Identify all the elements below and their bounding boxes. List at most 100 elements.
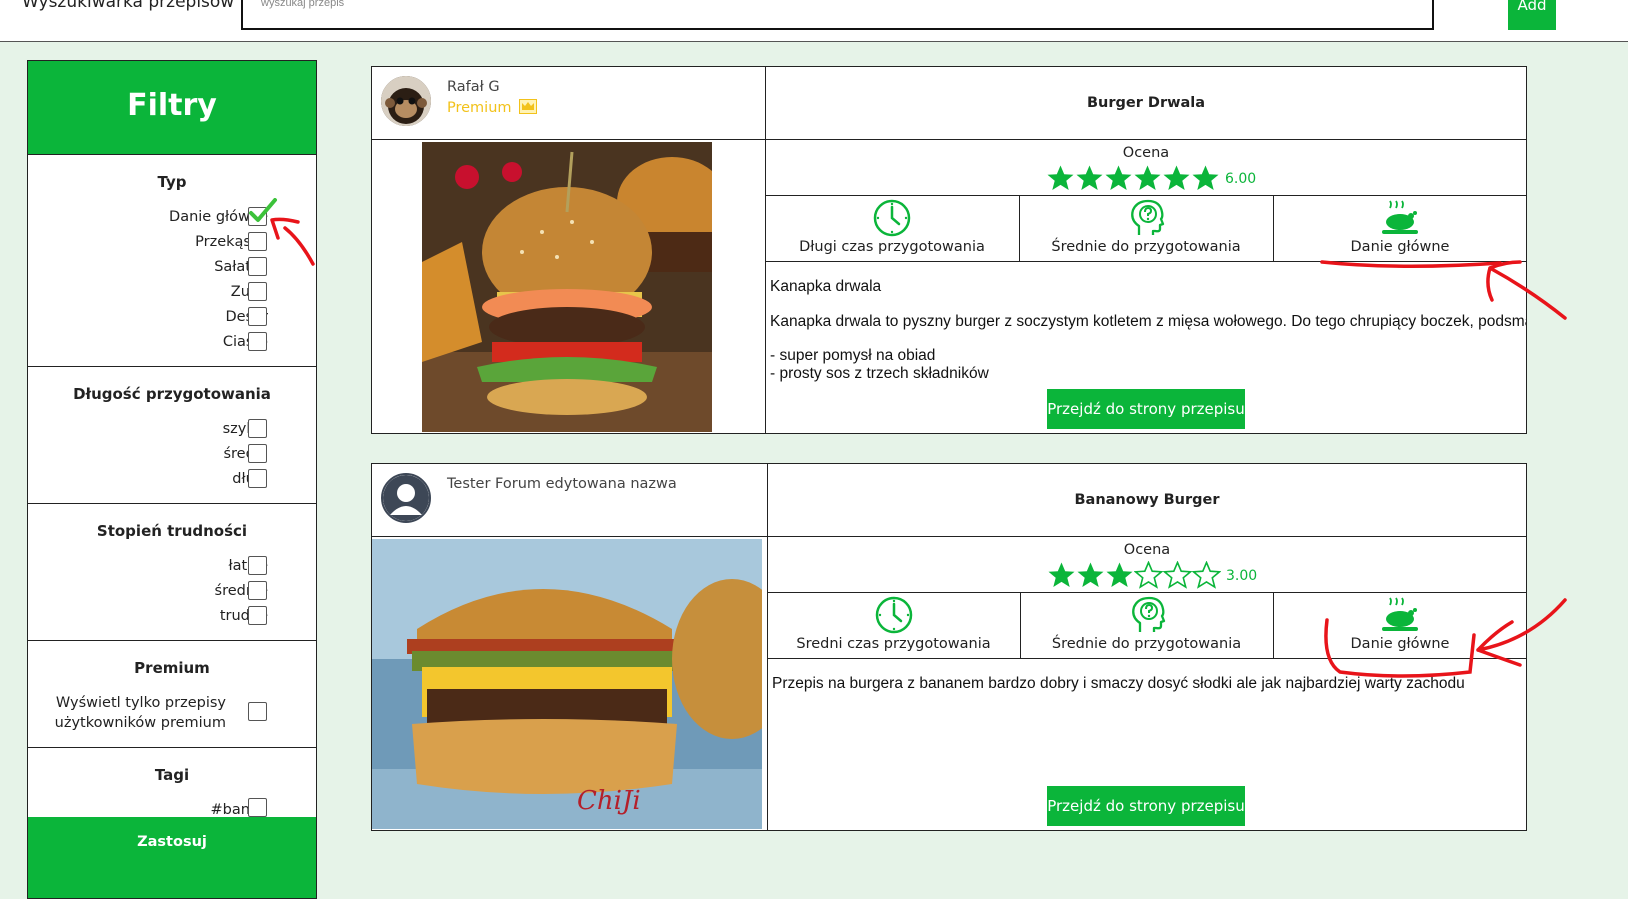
recipe-card: Rafał G Premium Burger Drwala Ocena 6.00… (371, 66, 1527, 434)
recipe-image-burger[interactable] (422, 142, 712, 432)
recipe-bullet: - super pomysł na obiad (770, 347, 936, 364)
filters-title: Filtry (28, 61, 316, 155)
time-label: Długi czas przygotowania (799, 239, 985, 255)
default-avatar[interactable] (381, 473, 431, 523)
rating-stars: 6.00 (1046, 164, 1256, 192)
checkbox-latwe[interactable] (248, 556, 267, 575)
star-filled-icon (1047, 165, 1074, 190)
recipe-image-burger[interactable]: ChiJi (372, 539, 762, 829)
filters-sidebar: Filtry Typ Danie główne Przekąska Sałatk… (27, 60, 317, 899)
star-empty-icon (1134, 561, 1163, 589)
time-cell: Długi czas przygotowania (765, 195, 1020, 262)
type-cell: Danie główne (1273, 195, 1527, 262)
search-box[interactable] (241, 0, 1434, 30)
filter-section-title: Premium (134, 659, 210, 677)
checkbox-szybki[interactable] (248, 419, 267, 438)
filter-section-tags: Tagi #banan (28, 748, 316, 828)
time-cell: Sredni czas przygotowania (767, 592, 1021, 659)
image-cell (372, 139, 766, 434)
user-icon (383, 475, 429, 521)
rating-stars: 3.00 (1047, 561, 1257, 589)
roast-chicken-icon (1382, 597, 1418, 631)
clock-icon (875, 596, 912, 634)
star-filled-icon (1192, 165, 1219, 190)
rating-value: 6.00 (1225, 171, 1257, 187)
checkbox-danie-glowne[interactable] (248, 198, 277, 226)
star-filled-icon (1105, 165, 1132, 190)
filter-section-duration: Długość przygotowania szybki średni dług… (28, 367, 316, 504)
star-filled-icon (1076, 165, 1103, 190)
filter-section-title: Typ (157, 173, 187, 191)
checkbox-premium[interactable] (248, 702, 267, 721)
recipe-description: Kanapka drwala to pyszny burger z soczys… (770, 313, 1526, 330)
checkbox-trudne[interactable] (248, 606, 267, 625)
checkbox-salatka[interactable] (248, 257, 267, 276)
difficulty-label: Średnie do przygotowania (1051, 636, 1242, 652)
star-empty-icon (1163, 561, 1192, 589)
checkmark-icon (249, 198, 277, 222)
premium-badge: Premium (447, 99, 538, 116)
go-to-recipe-button[interactable]: Przejdź do strony przepisu (1047, 786, 1245, 826)
rating-label: Ocena (1123, 542, 1171, 558)
go-to-recipe-button[interactable]: Przejdź do strony przepisu (1047, 389, 1245, 429)
recipe-desc-title: Kanapka drwala (770, 278, 882, 295)
filter-option-premium[interactable]: Wyświetl tylko przepisy użytkowników pre… (55, 693, 226, 733)
recipe-title: Bananowy Burger (1074, 492, 1220, 508)
roast-chicken-icon (1382, 200, 1418, 234)
rating-value: 3.00 (1226, 568, 1258, 584)
difficulty-cell: Średnie do przygotowania (1020, 592, 1274, 659)
rating-cell: Ocena 3.00 (767, 536, 1527, 593)
author-cell: Tester Forum edytowana nazwa (372, 464, 768, 537)
filter-section-title: Stopień trudności (96, 522, 248, 540)
title-cell: Bananowy Burger (767, 464, 1527, 537)
add-button[interactable]: Add (1508, 0, 1556, 30)
filter-section-premium: Premium Wyświetl tylko przepisy użytkown… (28, 641, 316, 748)
difficulty-label: Średnie do przygotowania (1051, 239, 1241, 255)
author-name[interactable]: Rafał G (447, 79, 500, 95)
image-watermark: ChiJi (577, 786, 641, 816)
filter-section-title: Tagi (154, 766, 190, 784)
image-cell: ChiJi (372, 536, 768, 831)
checkbox-zupa[interactable] (248, 282, 267, 301)
filter-section-difficulty: Stopień trudności łatwe średnie trudne (28, 504, 316, 641)
rating-label: Ocena (1122, 145, 1170, 161)
crown-icon (519, 99, 538, 114)
filter-section-title: Długość przygotowania (73, 385, 271, 403)
recipe-bullet: - prosty sos z trzech składników (770, 365, 989, 382)
checkbox-tag-banan[interactable] (248, 798, 267, 817)
type-label: Danie główne (1350, 636, 1450, 652)
type-label: Danie główne (1350, 239, 1450, 255)
star-filled-icon (1163, 165, 1190, 190)
checkbox-ciasto[interactable] (248, 332, 267, 351)
apply-filters-button[interactable]: Zastosuj (28, 817, 316, 898)
clock-icon (873, 199, 911, 237)
checkbox-srednie[interactable] (248, 581, 267, 600)
author-cell: Rafał G Premium (372, 67, 766, 140)
search-input[interactable] (261, 0, 861, 10)
difficulty-cell: Średnie do przygotowania (1019, 195, 1274, 262)
time-label: Sredni czas przygotowania (796, 636, 991, 652)
filter-section-type: Typ Danie główne Przekąska Sałatka Zupa … (28, 155, 316, 367)
title-cell: Burger Drwala (765, 67, 1527, 140)
checkbox-deser[interactable] (248, 307, 267, 326)
recipe-description: Przepis na burgera z bananem bardzo dobr… (772, 675, 1465, 692)
head-question-icon (1131, 596, 1165, 632)
head-question-icon (1131, 199, 1165, 235)
top-bar: Wyszukiwarka przepisów Add (0, 0, 1628, 42)
type-cell: Danie główne (1273, 592, 1527, 659)
star-filled-icon (1106, 562, 1133, 587)
star-filled-icon (1077, 562, 1104, 587)
checkbox-dlugi[interactable] (248, 469, 267, 488)
recipe-card: Tester Forum edytowana nazwa Bananowy Bu… (371, 463, 1527, 831)
recipe-title: Burger Drwala (1086, 95, 1206, 111)
rating-cell: Ocena 6.00 (765, 139, 1527, 196)
star-empty-icon (1192, 561, 1221, 589)
monkey-avatar-image (381, 76, 431, 126)
author-name[interactable]: Tester Forum edytowana nazwa (447, 476, 677, 492)
star-filled-icon (1134, 165, 1161, 190)
star-filled-icon (1048, 562, 1075, 587)
avatar[interactable] (381, 76, 431, 126)
checkbox-sredni[interactable] (248, 444, 267, 463)
app-title: Wyszukiwarka przepisów (22, 0, 235, 12)
checkbox-przekaska[interactable] (248, 232, 267, 251)
